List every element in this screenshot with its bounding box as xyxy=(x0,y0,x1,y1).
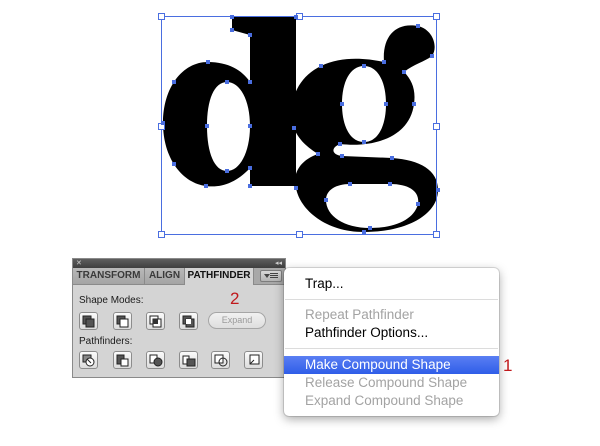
minus-back-button[interactable] xyxy=(244,351,263,369)
callout-step-2: 2 xyxy=(230,289,240,308)
unite-icon xyxy=(82,315,95,328)
outline-icon xyxy=(214,354,228,367)
menu-separator xyxy=(285,299,498,300)
exclude-button[interactable] xyxy=(179,312,198,330)
minus-front-icon xyxy=(116,315,129,328)
trim-button[interactable] xyxy=(113,351,132,369)
tab-pathfinder[interactable]: PATHFINDER xyxy=(185,268,254,285)
intersect-icon xyxy=(149,315,162,328)
exclude-icon xyxy=(182,315,195,328)
menu-separator xyxy=(285,348,498,349)
merge-button[interactable] xyxy=(146,351,165,369)
handle-bottom-right[interactable] xyxy=(433,231,440,238)
shape-modes-label: Shape Modes: xyxy=(79,295,144,306)
tab-transform[interactable]: TRANSFORM xyxy=(73,268,145,284)
crop-button[interactable] xyxy=(179,351,198,369)
artwork-canvas xyxy=(158,13,440,238)
panel-menu-button[interactable] xyxy=(260,270,282,282)
tab-align[interactable]: ALIGN xyxy=(145,268,185,284)
panel-title-bar[interactable]: ✕ ◂◂ xyxy=(73,259,285,268)
letter-d-glyph xyxy=(163,17,296,187)
intersect-button[interactable] xyxy=(146,312,165,330)
pathfinder-panel: ✕ ◂◂ TRANSFORM ALIGN PATHFINDER Shape Mo… xyxy=(72,258,286,378)
handle-top-left[interactable] xyxy=(158,13,165,20)
dg-letterforms[interactable] xyxy=(163,17,438,233)
divide-button[interactable] xyxy=(79,351,98,369)
merge-icon xyxy=(149,354,163,367)
divide-icon xyxy=(82,354,95,367)
pathfinder-panel-menu: Trap... Repeat Pathfinder Pathfinder Opt… xyxy=(284,268,499,416)
handle-bottom-left[interactable] xyxy=(158,231,165,238)
menu-item-pathfinder-options[interactable]: Pathfinder Options... xyxy=(284,324,499,342)
panel-tab-bar: TRANSFORM ALIGN PATHFINDER xyxy=(73,268,285,285)
expand-button[interactable]: Expand xyxy=(208,312,266,329)
handle-bottom-middle[interactable] xyxy=(296,231,303,238)
menu-item-repeat-pathfinder[interactable]: Repeat Pathfinder xyxy=(284,306,499,324)
handle-middle-right[interactable] xyxy=(433,123,440,130)
unite-button[interactable] xyxy=(79,312,98,330)
minus-front-button[interactable] xyxy=(113,312,132,330)
menu-item-release-compound-shape[interactable]: Release Compound Shape xyxy=(284,374,499,392)
minus-back-icon xyxy=(249,354,260,365)
close-icon[interactable]: ✕ xyxy=(76,260,83,267)
pathfinders-label: Pathfinders: xyxy=(79,336,133,347)
callout-step-1: 1 xyxy=(503,356,513,375)
menu-item-make-compound-shape[interactable]: Make Compound Shape xyxy=(284,356,499,374)
trim-icon xyxy=(116,354,129,367)
outline-button[interactable] xyxy=(211,351,230,369)
menu-item-expand-compound-shape[interactable]: Expand Compound Shape xyxy=(284,392,499,410)
letter-g-glyph xyxy=(291,25,438,233)
menu-item-trap[interactable]: Trap... xyxy=(284,275,499,293)
handle-top-right[interactable] xyxy=(433,13,440,20)
crop-icon xyxy=(182,355,196,367)
collapse-icon[interactable]: ◂◂ xyxy=(275,259,282,268)
